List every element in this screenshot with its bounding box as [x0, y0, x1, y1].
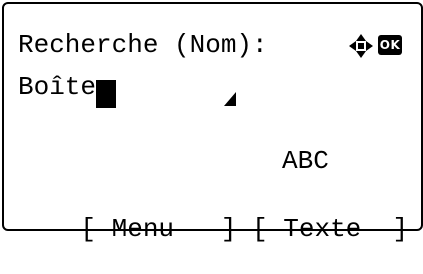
softkey-bar: [ Menu ] [ Texte ]	[18, 184, 408, 274]
four-way-arrow-icon	[349, 34, 373, 58]
search-input[interactable]: Boîte	[18, 72, 96, 102]
input-mode-indicator: ABC	[282, 146, 329, 176]
screen-title: Recherche (Nom):	[18, 30, 268, 60]
input-mark-icon	[224, 92, 236, 106]
text-cursor	[96, 80, 116, 108]
lcd-panel: Recherche (Nom): OK Boîte ABC [ Menu ] […	[2, 2, 423, 244]
ok-icon: OK	[378, 35, 402, 55]
